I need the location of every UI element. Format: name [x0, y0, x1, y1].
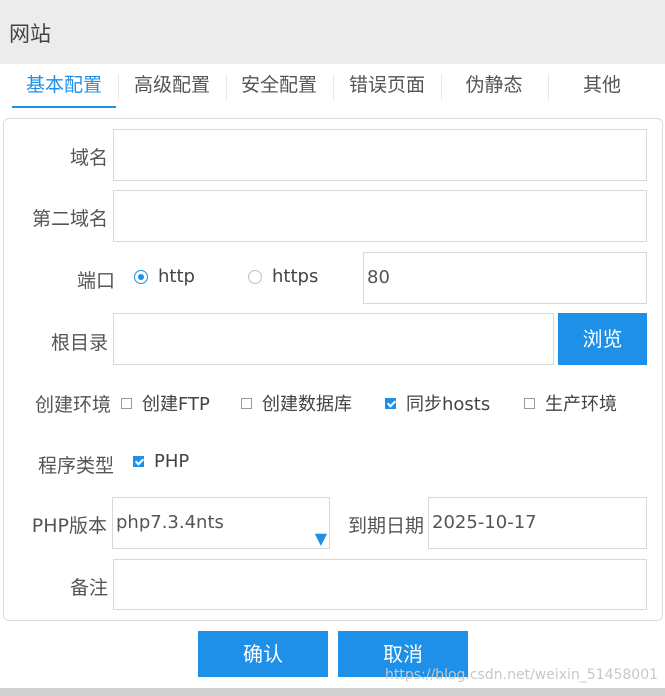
- env-option-sync-hosts[interactable]: 同步hosts: [385, 390, 490, 416]
- port-option-http[interactable]: http: [134, 266, 195, 287]
- port-option-https-label: https: [272, 266, 319, 287]
- root-dir-label: 根目录: [50, 332, 108, 354]
- env-option-production[interactable]: 生产环境: [524, 390, 617, 416]
- checkbox-create-database[interactable]: [241, 397, 252, 409]
- tab-divider: [118, 74, 119, 100]
- window-titlebar: 网站: [0, 0, 665, 64]
- checkbox-php-checked[interactable]: [133, 456, 144, 467]
- program-type-php[interactable]: PHP: [133, 451, 189, 472]
- dropdown-arrow-icon: ▼: [314, 529, 327, 548]
- radio-http-selected[interactable]: [134, 269, 148, 284]
- tab-divider: [548, 74, 549, 100]
- env-option-database[interactable]: 创建数据库: [241, 390, 352, 416]
- confirm-button[interactable]: 确认: [198, 631, 328, 677]
- browse-button[interactable]: 浏览: [558, 313, 647, 365]
- port-option-http-label: http: [158, 266, 195, 287]
- checkbox-production[interactable]: [524, 397, 535, 409]
- env-label: 创建环境: [34, 394, 111, 416]
- remark-input[interactable]: [113, 559, 647, 610]
- port-option-https[interactable]: https: [248, 266, 318, 287]
- window-title: 网站: [9, 22, 51, 46]
- env-option-production-label: 生产环境: [545, 394, 617, 415]
- tab-rewrite[interactable]: 伪静态: [442, 70, 546, 108]
- second-domain-input[interactable]: [113, 190, 647, 242]
- expire-date-label: 到期日期: [347, 515, 424, 537]
- tab-other[interactable]: 其他: [550, 70, 654, 108]
- env-option-ftp[interactable]: 创建FTP: [121, 390, 210, 416]
- env-option-sync-hosts-label: 同步hosts: [406, 394, 491, 415]
- tab-basic-config[interactable]: 基本配置: [12, 70, 116, 108]
- php-version-select[interactable]: php7.3.4nts ▼: [112, 497, 330, 549]
- checkbox-create-ftp[interactable]: [121, 397, 132, 409]
- php-version-label: PHP版本: [31, 515, 107, 537]
- env-option-ftp-label: 创建FTP: [142, 394, 210, 415]
- tab-error-pages[interactable]: 错误页面: [334, 70, 440, 108]
- program-type-php-label: PHP: [154, 451, 190, 472]
- watermark-text: https://blog.csdn.net/weixin_51458001: [385, 667, 659, 683]
- port-input[interactable]: 80: [363, 252, 647, 304]
- tab-bar: 基本配置 高级配置 安全配置 错误页面 伪静态 其他: [0, 64, 665, 110]
- domain-input[interactable]: [113, 129, 647, 181]
- expire-date-input[interactable]: 2025-10-17: [428, 497, 647, 549]
- php-version-value: php7.3.4nts: [116, 512, 224, 533]
- env-option-database-label: 创建数据库: [262, 394, 352, 415]
- remark-label: 备注: [69, 577, 108, 599]
- port-label: 端口: [76, 270, 115, 292]
- radio-https[interactable]: [248, 269, 262, 284]
- second-domain-label: 第二域名: [31, 208, 108, 230]
- checkbox-sync-hosts-checked[interactable]: [385, 397, 396, 409]
- bottom-edge-bar: [0, 688, 665, 696]
- root-dir-input[interactable]: [113, 313, 554, 365]
- tab-security-config[interactable]: 安全配置: [227, 70, 331, 108]
- domain-label: 域名: [69, 147, 108, 169]
- tab-advanced-config[interactable]: 高级配置: [120, 70, 224, 108]
- program-type-label: 程序类型: [37, 455, 114, 477]
